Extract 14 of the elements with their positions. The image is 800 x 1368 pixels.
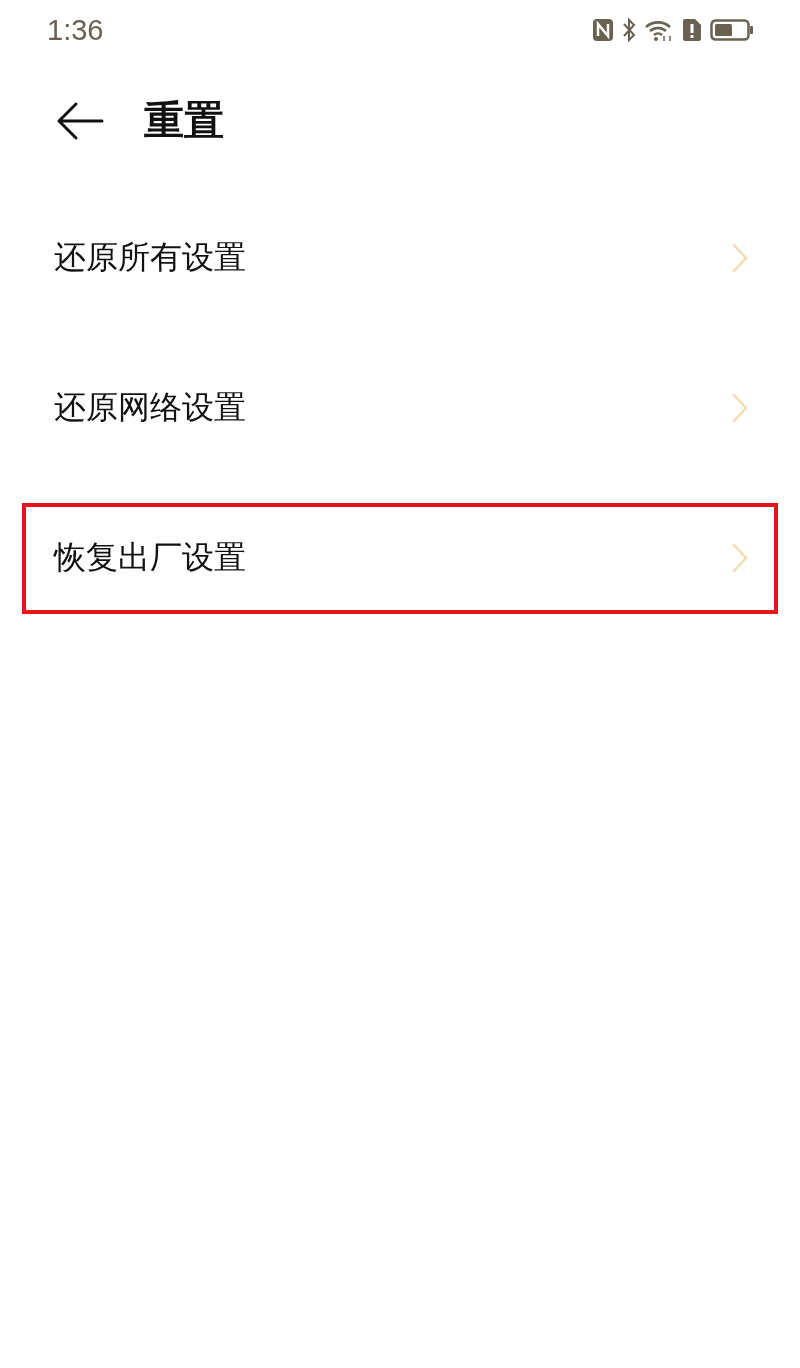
back-arrow-icon[interactable]: [56, 100, 104, 141]
wifi-icon: [644, 18, 674, 42]
bluetooth-icon: [622, 17, 636, 43]
chevron-right-icon: [732, 543, 748, 573]
settings-item[interactable]: 还原所有设置: [22, 202, 778, 314]
chevron-right-icon: [732, 393, 748, 423]
battery-icon: [710, 19, 754, 41]
sim-alert-icon: [682, 18, 702, 42]
page-title: 重置: [144, 96, 224, 145]
nfc-icon: [592, 18, 614, 42]
chevron-right-icon: [732, 243, 748, 273]
status-time: 1:36: [47, 13, 104, 47]
settings-item[interactable]: 还原网络设置: [22, 352, 778, 464]
settings-item[interactable]: 恢复出厂设置: [22, 502, 778, 614]
